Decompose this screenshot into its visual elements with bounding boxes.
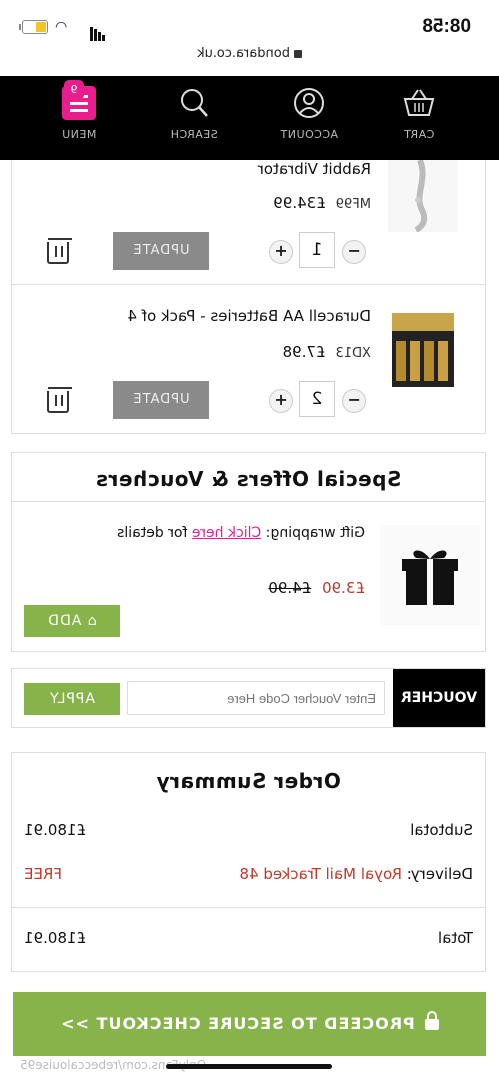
voucher-code-input[interactable] xyxy=(127,681,385,715)
qty-increase-button[interactable]: + xyxy=(269,240,293,264)
product-image[interactable] xyxy=(388,158,458,233)
qty-increase-button[interactable]: + xyxy=(269,389,293,413)
trash-icon[interactable] xyxy=(47,391,69,413)
voucher-panel: VOUCHER APPLY xyxy=(11,668,486,728)
old-price: £4.90 xyxy=(268,579,312,597)
apply-voucher-button[interactable]: APPLY xyxy=(24,683,120,715)
order-summary-panel: Order Summary Subtotal £180.91 Delivery:… xyxy=(11,752,486,972)
cart-item: Rabbit Vibrator MF99 £34.99 − 1 + UPDATE xyxy=(11,158,486,285)
gift-wrap-suffix: for details xyxy=(117,525,188,541)
add-gift-button[interactable]: ⌂ ADD xyxy=(24,605,120,637)
product-price: £34.99 xyxy=(273,194,326,212)
search-icon xyxy=(177,86,211,120)
product-code: XD13 xyxy=(335,346,371,361)
search-label: SEARCH xyxy=(170,128,218,141)
subtotal-value: £180.91 xyxy=(24,821,87,839)
product-price: £7.98 xyxy=(282,343,326,361)
account-button[interactable]: ACCOUNT xyxy=(264,86,354,141)
signal-icon xyxy=(90,22,106,41)
product-image[interactable] xyxy=(388,307,458,393)
product-meta: MF99 £34.99 xyxy=(273,194,371,212)
home-indicator xyxy=(166,1064,332,1069)
clock: 08:58 xyxy=(422,16,471,37)
new-price: £3.90 xyxy=(322,579,365,597)
cart-item: Duracell AA Batteries - Pack of 4 XD13 £7… xyxy=(11,284,486,434)
wifi-icon: ◠ xyxy=(55,19,68,35)
voucher-label: VOUCHER xyxy=(393,669,485,727)
delivery-row: Delivery: Royal Mail Tracked 48 xyxy=(239,865,473,883)
user-icon xyxy=(292,86,326,120)
status-bar: 08:58 ◠ xyxy=(0,0,499,50)
product-name[interactable]: Duracell AA Batteries - Pack of 4 xyxy=(127,307,371,325)
cart-label: CART xyxy=(403,128,435,141)
subtotal-label: Subtotal xyxy=(410,821,473,839)
summary-title: Order Summary xyxy=(156,769,341,793)
qty-decrease-button[interactable]: − xyxy=(342,240,366,264)
gift-wrap-prefix: Gift wrapping: xyxy=(265,525,365,541)
product-name[interactable]: Rabbit Vibrator xyxy=(258,160,371,178)
delivery-label: Delivery: xyxy=(406,865,473,883)
checkout-label: PROCEED TO SECURE CHECKOUT >> xyxy=(60,1014,415,1033)
url-bar[interactable]: bondara.co.uk xyxy=(0,46,499,70)
padlock-icon xyxy=(424,1019,439,1030)
qty-decrease-button[interactable]: − xyxy=(342,389,366,413)
top-nav: MENU SEARCH ACCOUNT CART 9 xyxy=(0,76,499,160)
add-label: ADD xyxy=(47,613,82,629)
qty-input[interactable]: 1 xyxy=(299,232,335,268)
trash-icon[interactable] xyxy=(47,242,69,264)
battery-icon xyxy=(19,20,48,34)
gift-price: £3.90 £4.90 xyxy=(268,579,365,597)
account-label: ACCOUNT xyxy=(280,128,338,141)
product-meta: XD13 £7.98 xyxy=(283,343,371,361)
menu-label: MENU xyxy=(61,128,97,141)
search-button[interactable]: SEARCH xyxy=(149,86,239,141)
gift-wrap-text: Gift wrapping: Click here for details xyxy=(117,525,365,541)
delivery-price: FREE xyxy=(24,865,63,883)
secure-checkout-button[interactable]: PROCEED TO SECURE CHECKOUT >> xyxy=(13,992,486,1056)
gift-icon xyxy=(380,525,480,625)
qty-input[interactable]: 2 xyxy=(299,381,335,417)
divider xyxy=(12,501,485,502)
delivery-method[interactable]: Royal Mail Tracked 48 xyxy=(239,865,402,883)
total-value: £180.91 xyxy=(24,929,87,947)
url-text: bondara.co.uk xyxy=(197,46,290,61)
divider xyxy=(12,907,485,908)
gift-wrap-link[interactable]: Click here xyxy=(192,525,261,541)
offers-title: Special Offers & Vouchers xyxy=(95,467,402,491)
update-button[interactable]: UPDATE xyxy=(113,381,209,419)
cart-count-badge: 9 xyxy=(64,80,84,100)
update-button[interactable]: UPDATE xyxy=(113,232,209,270)
basket-icon: ⌂ xyxy=(86,613,97,629)
lock-icon xyxy=(293,49,302,58)
mirrored-screen: 08:58 ◠ bondara.co.uk MENU SEARCH ACCOUN… xyxy=(0,0,499,1079)
cart-button[interactable]: CART xyxy=(374,86,464,141)
product-code: MF99 xyxy=(335,197,371,212)
basket-icon xyxy=(402,86,436,120)
special-offers-panel: Special Offers & Vouchers Gift wrapping:… xyxy=(11,452,486,652)
total-label: Total xyxy=(437,929,473,947)
